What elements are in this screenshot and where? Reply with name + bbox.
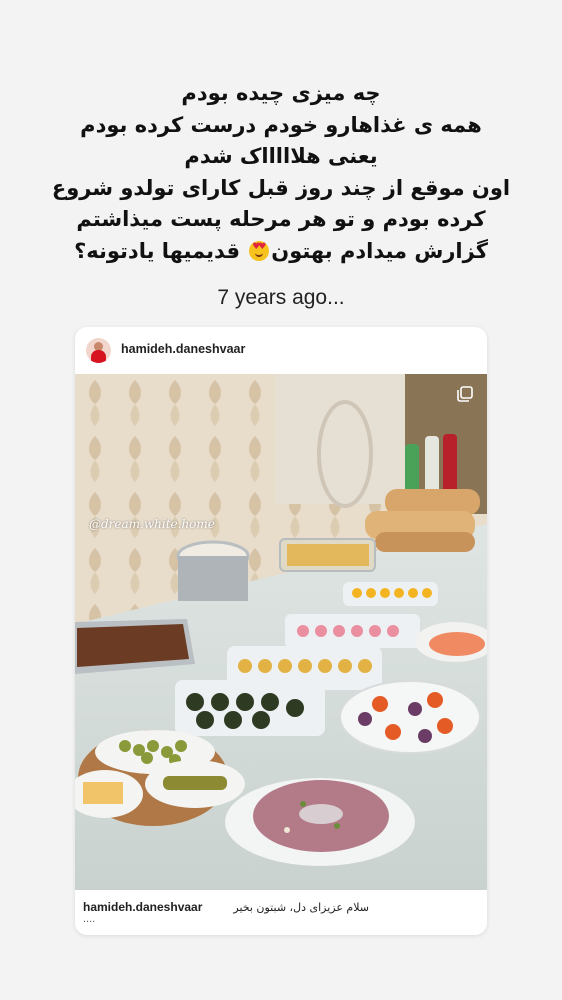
caption-text: سلام عزیزای دل، شبتون بخیر	[233, 901, 369, 914]
story-line-3: یعنی هلاااااک شدم	[184, 144, 378, 168]
story-line-6b: قدیمیها یادتونه؟	[74, 238, 240, 263]
story-line-2: همه ی غذاهارو خودم درست کرده بودم	[80, 112, 482, 137]
post-header: hamideh.daneshvaar	[75, 327, 487, 373]
caption-username[interactable]: hamideh.daneshvaar	[83, 900, 202, 914]
story-line-5: کرده بودم و تو هر مرحله پست میذاشتم	[76, 207, 486, 231]
carousel-icon	[457, 386, 473, 402]
caption-more[interactable]: ....	[83, 913, 95, 925]
story-caption: چه میزی چیده بودم همه ی غذاهارو خودم درس…	[20, 78, 542, 267]
heart-eyes-emoji-icon	[249, 240, 270, 261]
shared-post-card[interactable]: hamideh.daneshvaar @dream.white.home ham…	[75, 327, 487, 935]
years-ago-label: 7 years ago...	[217, 286, 345, 309]
story-line-6a: گزارش میدادم بهتون	[271, 238, 488, 263]
post-photo[interactable]	[75, 374, 487, 890]
avatar[interactable]	[86, 338, 111, 363]
story-line-4: اون موقع از چند روز قبل کارای تولدو شروع	[51, 175, 511, 200]
story-line-1: چه میزی چیده بودم	[181, 81, 381, 105]
post-username[interactable]: hamideh.daneshvaar	[121, 342, 245, 356]
photo-watermark: @dream.white.home	[89, 517, 215, 531]
story-line-6: گزارش میدادم بهتون قدیمیها یادتونه؟	[20, 236, 542, 268]
